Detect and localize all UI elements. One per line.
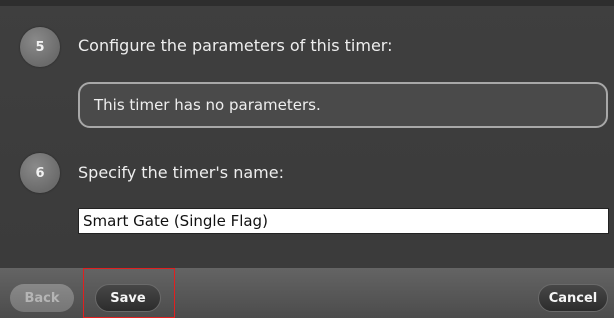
back-button[interactable]: Back — [10, 284, 74, 312]
bottom-action-bar — [0, 268, 614, 318]
cancel-button[interactable]: Cancel — [538, 284, 608, 312]
step-5-label: Configure the parameters of this timer: — [78, 36, 393, 55]
save-button[interactable]: Save — [95, 284, 161, 312]
step-6-label: Specify the timer's name: — [78, 163, 284, 182]
parameters-message: This timer has no parameters. — [94, 96, 321, 114]
timer-config-panel: 5 Configure the parameters of this timer… — [0, 0, 614, 318]
step-5-badge: 5 — [20, 27, 60, 67]
top-divider — [0, 0, 614, 6]
step-6-badge: 6 — [20, 153, 60, 193]
parameters-info-box: This timer has no parameters. — [78, 82, 608, 128]
timer-name-input[interactable] — [78, 208, 609, 234]
